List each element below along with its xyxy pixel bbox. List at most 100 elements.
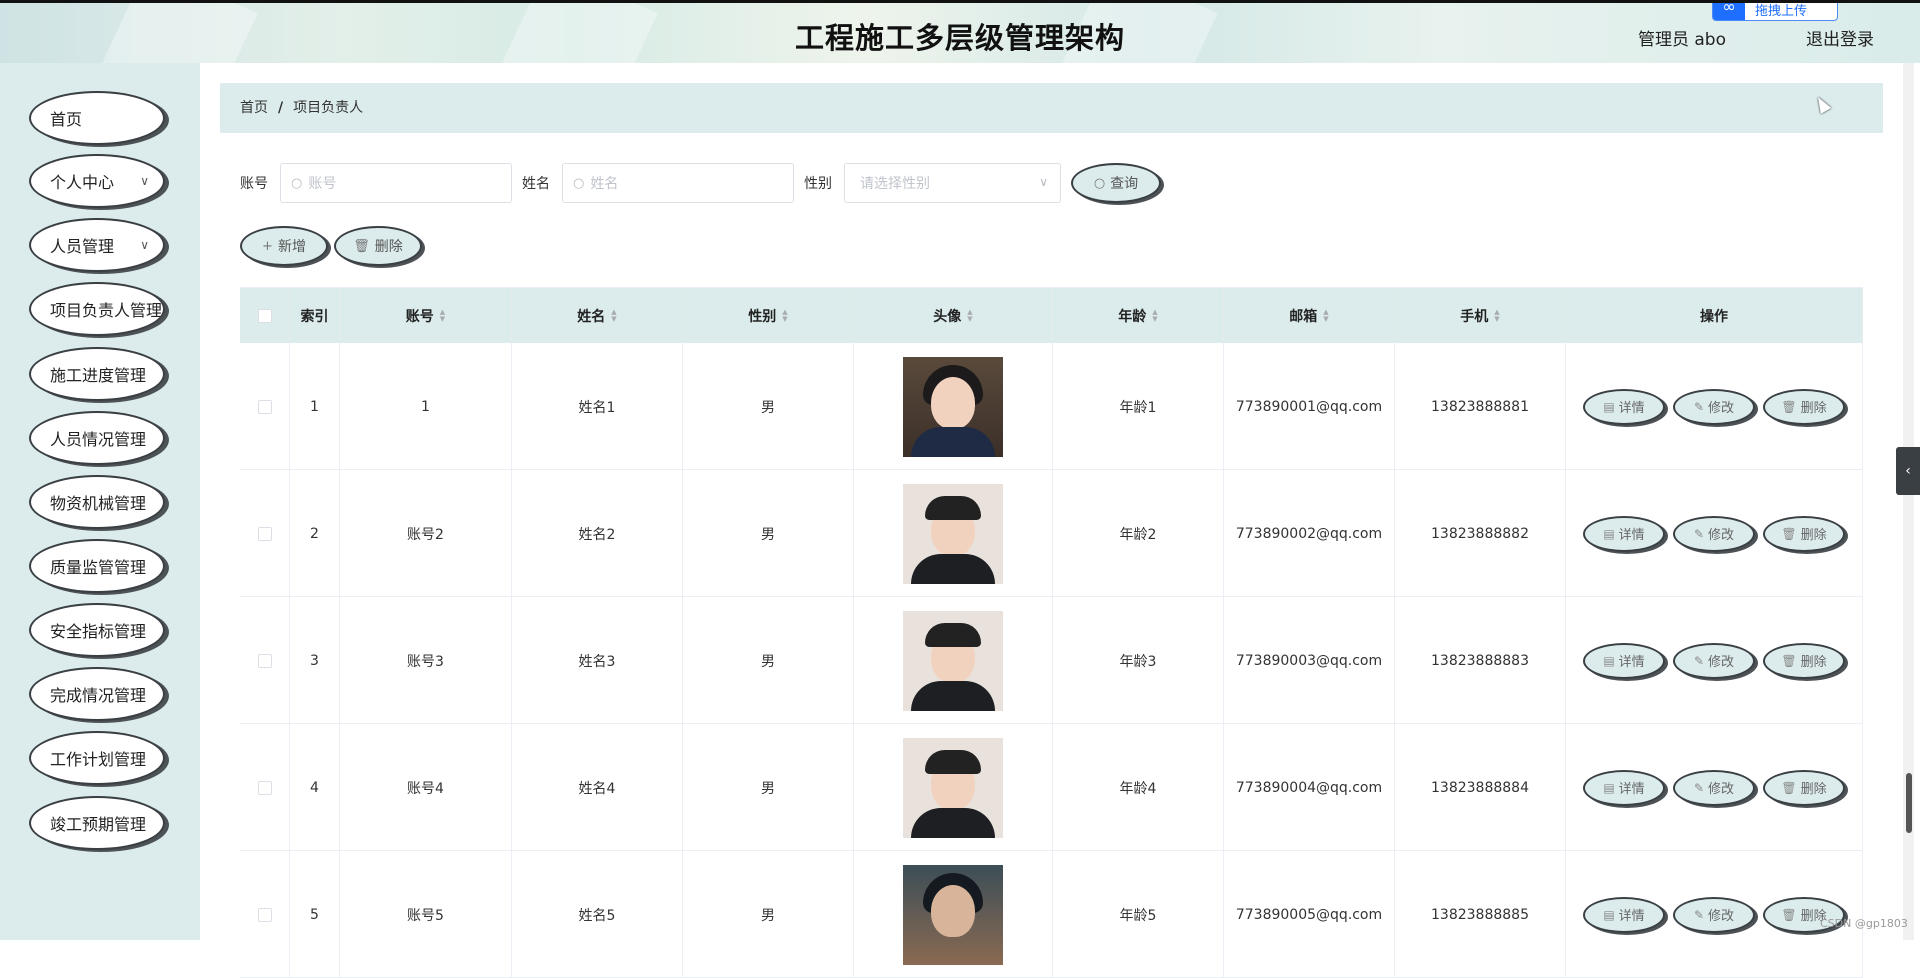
detail-button[interactable]: ▤ 详情 [1583, 515, 1665, 552]
sort-icon[interactable]: ▲ ▼ [1323, 309, 1328, 323]
sidebar-item-label: 质量监管管理 [50, 558, 147, 577]
detail-button-label: 详情 [1618, 401, 1645, 416]
sort-icon[interactable]: ▲ ▼ [1494, 309, 1499, 323]
search-icon: ○ [1093, 175, 1106, 191]
add-button[interactable]: + 新增 [240, 226, 328, 266]
sidebar-item-label: 竣工预期管理 [50, 815, 147, 834]
scrollbar-thumb[interactable] [1906, 773, 1912, 833]
sidebar-item[interactable]: 人员情况管理 [29, 411, 165, 465]
upload-widget[interactable]: ∞ 拖拽上传 [1712, 3, 1838, 21]
table-body: 1 1 姓名1 男年龄1 773890001@qq.com 13823888881 ▤ 详情 ✎… [240, 343, 1863, 978]
delete-button[interactable]: 🗑 删除 [1763, 388, 1845, 425]
document-icon: ▤ [1603, 653, 1615, 668]
sort-icon[interactable]: ▲ ▼ [611, 309, 616, 323]
avatar [903, 483, 1003, 584]
select-all-checkbox-cell[interactable] [240, 288, 290, 344]
edit-button-label: 修改 [1708, 782, 1735, 797]
column-header[interactable]: 手机 ▲ ▼ [1395, 288, 1566, 344]
table-cell-name: 姓名2 [512, 470, 683, 597]
row-checkbox[interactable] [257, 526, 272, 541]
column-header-label: 邮箱 [1289, 309, 1318, 325]
edit-button[interactable]: ✎ 修改 [1673, 896, 1755, 933]
table-cell-email: 773890003@qq.com [1224, 597, 1395, 724]
sidebar-item[interactable]: 工作计划管理 [29, 731, 165, 785]
column-header[interactable]: 账号 ▲ ▼ [340, 288, 512, 344]
edit-button[interactable]: ✎ 修改 [1673, 642, 1755, 679]
search-bar: 账号 ○ 账号 姓名 ○ 姓名 性别 请选择性别 ∨ ○ 查询 [240, 163, 1161, 203]
table-cell-index: 5 [290, 851, 340, 978]
row-checkbox-cell [240, 343, 290, 470]
app-title: 工程施工多层级管理架构 [794, 21, 1125, 55]
sidebar-item[interactable]: 施工进度管理 [29, 347, 165, 401]
sidebar-item[interactable]: 竣工预期管理 [29, 796, 165, 850]
sidebar-item[interactable]: 首页 [29, 91, 165, 145]
column-header[interactable]: 头像 ▲ ▼ [854, 288, 1053, 344]
table-cell-email: 773890004@qq.com [1224, 724, 1395, 851]
row-checkbox[interactable] [257, 653, 272, 668]
sidebar-item[interactable]: 项目负责人管理 [29, 282, 165, 336]
name-input[interactable]: ○ 姓名 [562, 163, 794, 203]
table-cell-account: 账号4 [340, 724, 512, 851]
select-all-checkbox[interactable] [257, 309, 272, 323]
delete-button[interactable]: 🗑 删除 [1763, 642, 1845, 679]
account-input[interactable]: ○ 账号 [280, 163, 512, 203]
table-cell-email: 773890001@qq.com [1224, 343, 1395, 470]
upload-label: 拖拽上传 [1755, 4, 1808, 19]
table-cell-index: 3 [290, 597, 340, 724]
delete-button[interactable]: 🗑 删除 [1763, 769, 1845, 806]
delete-button[interactable]: 🗑 删除 [1763, 515, 1845, 552]
sort-icon[interactable]: ▲ ▼ [1152, 309, 1157, 323]
sidebar-item[interactable]: 物资机械管理 [29, 475, 165, 529]
avatar [903, 356, 1003, 457]
column-header[interactable]: 年龄 ▲ ▼ [1053, 288, 1224, 344]
column-header[interactable]: 性别 ▲ ▼ [683, 288, 854, 344]
logout-link[interactable]: 退出登录 [1806, 25, 1874, 50]
row-actions: ▤ 详情 ✎ 修改 🗑 删除 [1566, 470, 1863, 597]
row-checkbox[interactable] [257, 907, 272, 922]
search-icon: ○ [573, 175, 585, 191]
sort-icon[interactable]: ▲ ▼ [782, 309, 787, 323]
table-cell-index: 4 [290, 724, 340, 851]
table-cell-phone: 13823888884 [1395, 724, 1566, 851]
column-header[interactable]: 姓名 ▲ ▼ [512, 288, 683, 344]
breadcrumb-home[interactable]: 首页 [240, 100, 268, 116]
sort-icon[interactable]: ▲ ▼ [440, 309, 445, 323]
sidebar-item[interactable]: 质量监管管理 [29, 539, 165, 593]
edit-button[interactable]: ✎ 修改 [1673, 769, 1755, 806]
sidebar-item[interactable]: 个人中心 ∨ [29, 154, 165, 208]
table-cell-name: 姓名5 [512, 851, 683, 978]
table-row: 1 1 姓名1 男年龄1 773890001@qq.com 13823888881 ▤ 详情 ✎… [240, 343, 1863, 470]
table-cell-gender: 男 [683, 851, 854, 978]
table-cell-index: 2 [290, 470, 340, 597]
sidebar-item-label: 个人中心 [50, 173, 115, 192]
sidebar-item-label: 人员管理 [50, 237, 115, 256]
detail-button[interactable]: ▤ 详情 [1583, 896, 1665, 933]
sidebar-item[interactable]: 安全指标管理 [29, 603, 165, 657]
detail-button[interactable]: ▤ 详情 [1583, 388, 1665, 425]
row-checkbox[interactable] [257, 780, 272, 795]
edit-button[interactable]: ✎ 修改 [1673, 388, 1755, 425]
detail-button[interactable]: ▤ 详情 [1583, 769, 1665, 806]
gender-label: 性别 [804, 176, 832, 192]
sidebar-item[interactable]: 完成情况管理 [29, 667, 165, 721]
query-button[interactable]: ○ 查询 [1071, 163, 1161, 203]
row-checkbox-cell [240, 724, 290, 851]
account-placeholder: 账号 [308, 176, 337, 192]
add-label: 新增 [277, 239, 306, 255]
name-placeholder: 姓名 [590, 176, 619, 192]
row-checkbox[interactable] [257, 399, 272, 414]
avatar-cell [854, 724, 1053, 851]
main-content: 首页 / 项目负责人 账号 ○ 账号 姓名 ○ 姓名 性别 请选择性别 ∨ ○ 查询 + 新增… [200, 63, 1920, 978]
delete-button[interactable]: 🗑 删除 [334, 226, 422, 266]
sidebar-item[interactable]: 人员管理 ∨ [29, 218, 165, 272]
table-cell-gender: 男 [683, 724, 854, 851]
chevron-left-icon[interactable]: ‹ [1896, 447, 1920, 495]
column-header: 索引 [290, 288, 340, 344]
row-checkbox-cell [240, 470, 290, 597]
table-cell-index: 1 [290, 343, 340, 470]
gender-select[interactable]: 请选择性别 ∨ [844, 163, 1061, 203]
detail-button[interactable]: ▤ 详情 [1583, 642, 1665, 679]
sort-icon[interactable]: ▲ ▼ [967, 309, 972, 323]
edit-button[interactable]: ✎ 修改 [1673, 515, 1755, 552]
column-header[interactable]: 邮箱 ▲ ▼ [1224, 288, 1395, 344]
